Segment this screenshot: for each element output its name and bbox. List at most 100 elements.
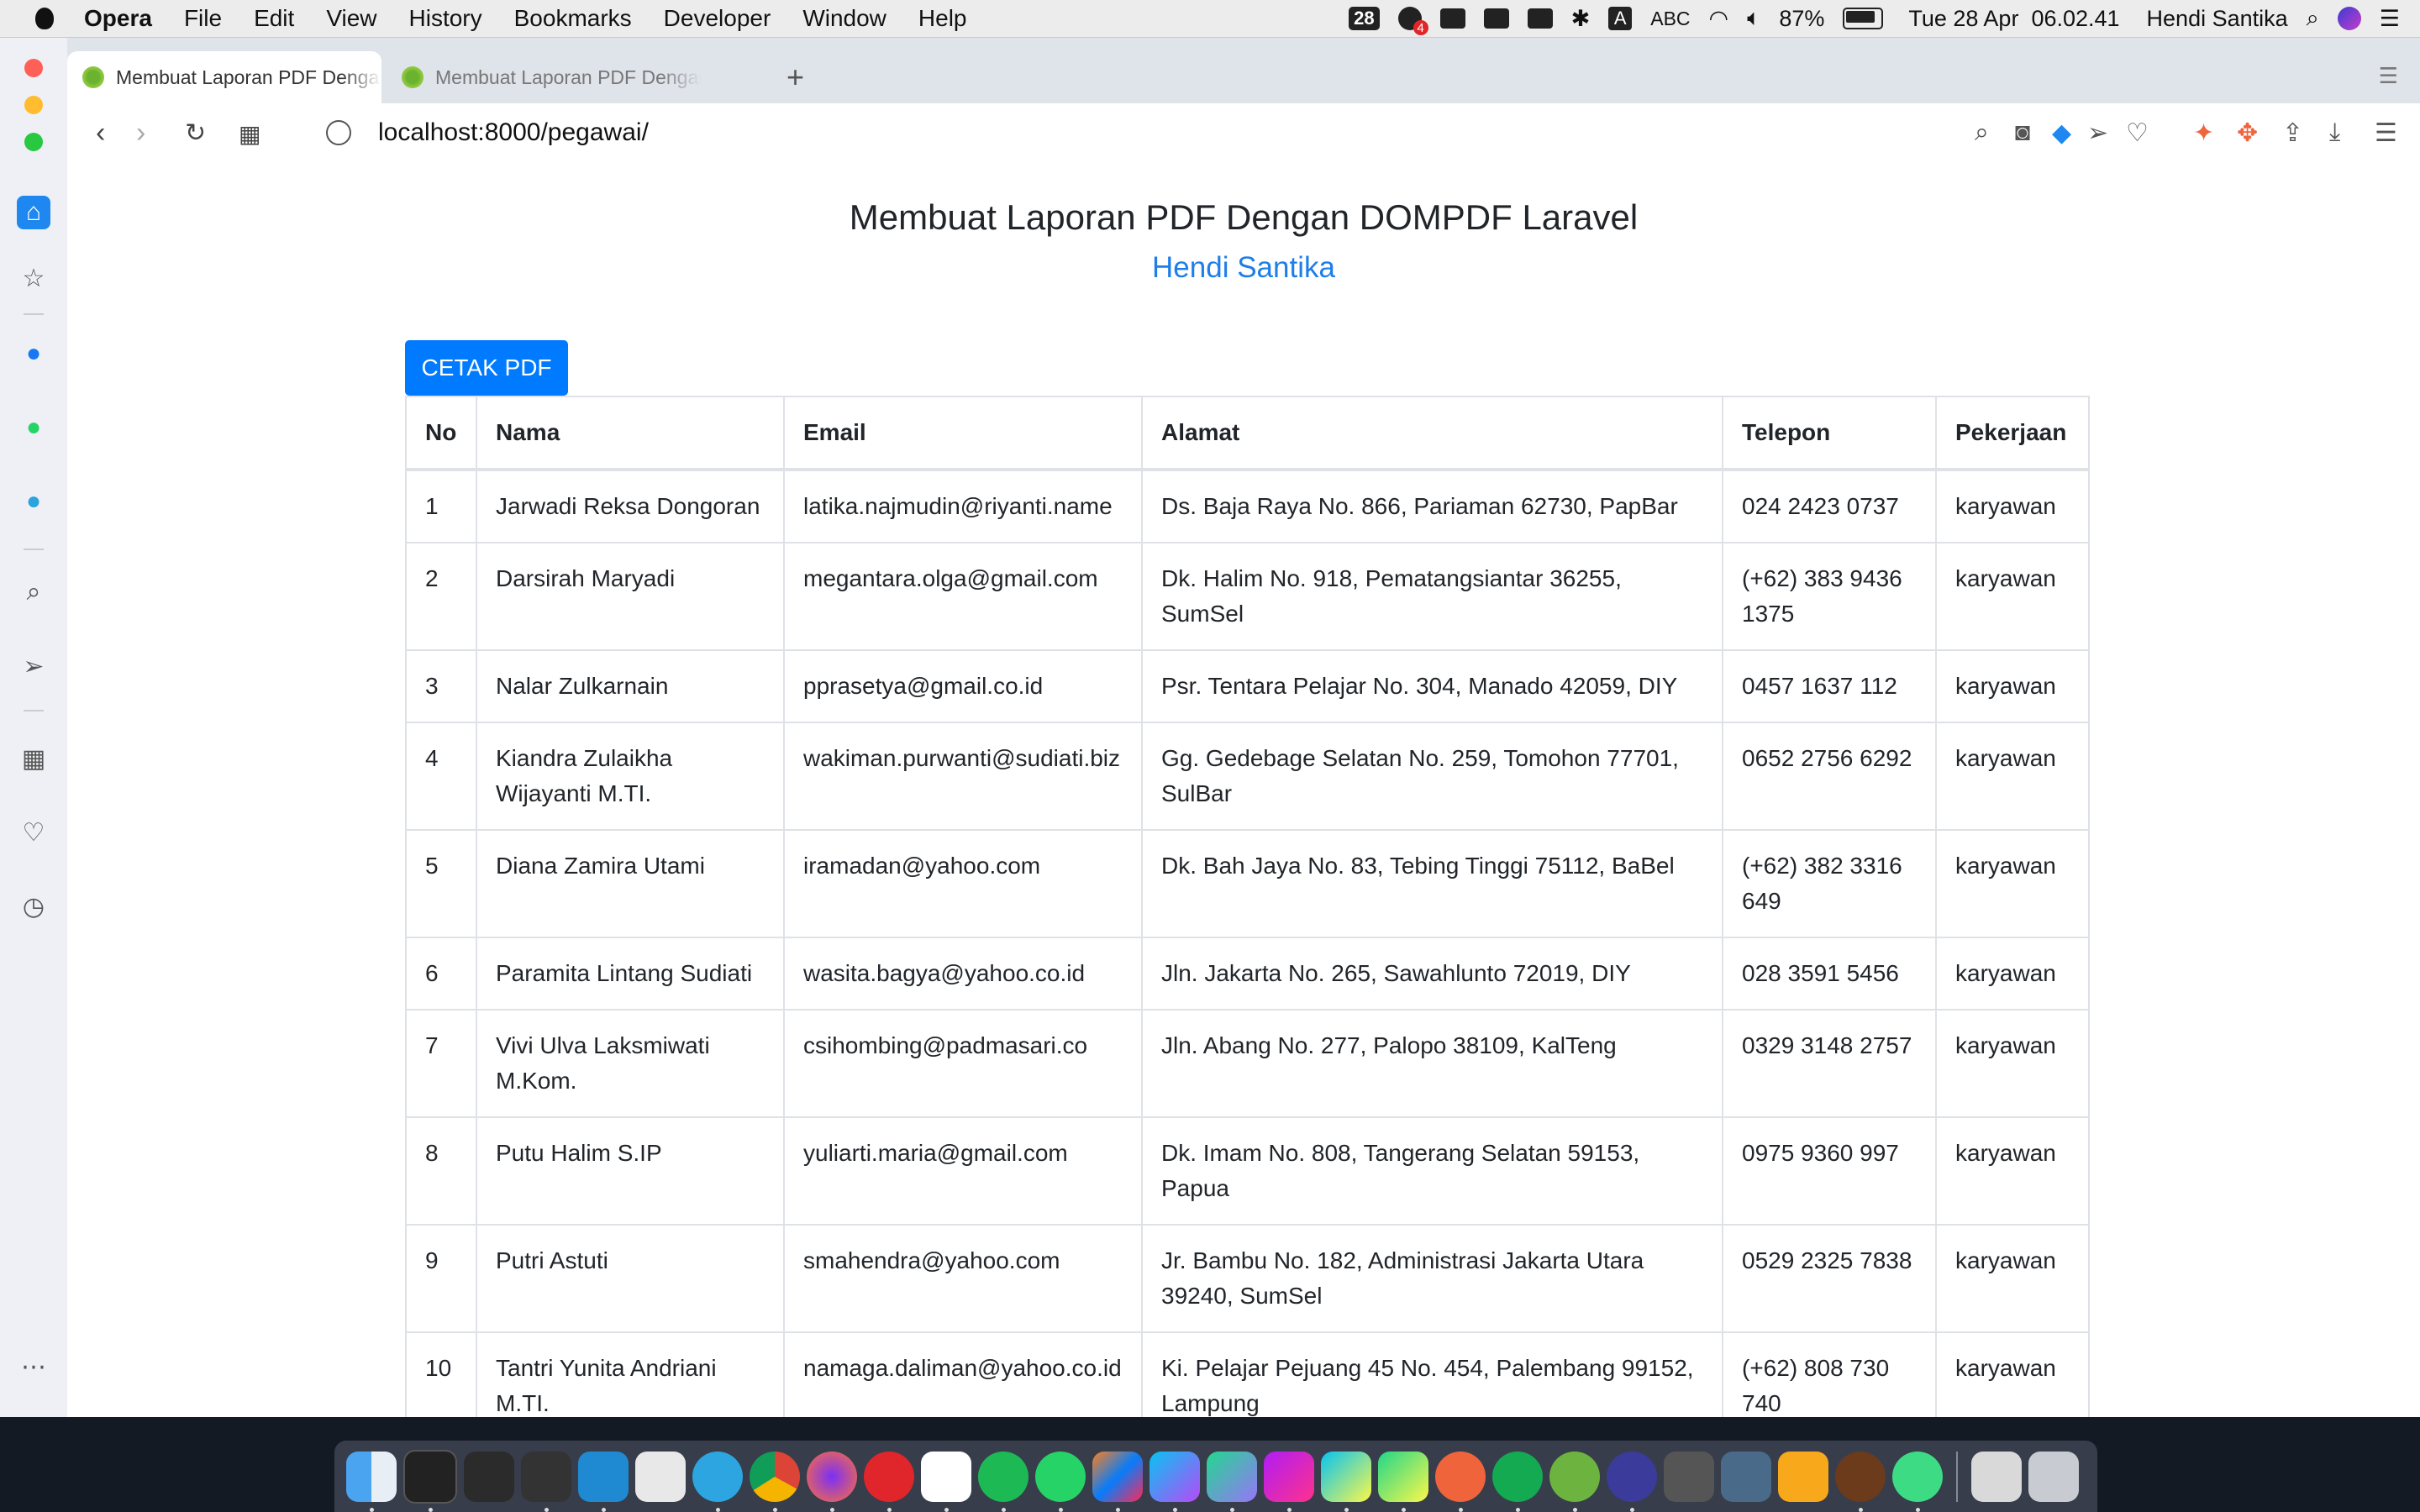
spotify-icon[interactable] [978,1451,1028,1512]
app-tray-icon[interactable] [1527,8,1553,29]
volume-icon[interactable]: 🔈︎ [1747,5,1760,32]
iterm-icon[interactable] [464,1451,514,1502]
image-capture-icon[interactable] [1721,1451,1771,1502]
screenshot-app-icon[interactable] [1664,1451,1714,1502]
send-icon[interactable]: ➢ [17,649,50,683]
vpn-shield-icon[interactable]: ◆ [2052,118,2071,148]
webstorm-icon[interactable] [1321,1451,1371,1512]
minimize-window-button[interactable] [24,96,43,114]
download-icon[interactable]: ⤓ [2329,118,2340,147]
cyberduck-icon[interactable] [1778,1451,1828,1502]
mongodb-icon[interactable] [1492,1451,1543,1512]
spring-icon[interactable] [1549,1451,1600,1512]
menu-app-name[interactable]: Opera [84,5,152,32]
telegram-icon[interactable]: ● [17,485,50,518]
bookmarks-star-icon[interactable]: ☆ [17,261,50,295]
table-row: 7 Vivi Ulva Laksmiwati M.Kom. csihombing@p… [405,1009,2090,1118]
heart-icon[interactable]: ♡ [17,816,50,849]
reload-icon[interactable]: ↻ [185,118,206,148]
android-studio-icon[interactable] [1892,1451,1943,1512]
chrome-icon[interactable] [750,1451,800,1512]
notification-icon[interactable]: 4 [1397,7,1428,35]
menu-window[interactable]: Window [802,5,886,32]
calendar-badge[interactable]: 28 [1349,7,1380,30]
input-source-icon[interactable]: A [1608,7,1633,30]
cell-no: 5 [405,829,477,938]
slack-icon[interactable] [921,1451,971,1512]
tab-menu-icon[interactable]: ☰ [2379,63,2398,89]
menu-edit[interactable]: Edit [254,5,294,32]
new-tab-button[interactable]: + [786,60,804,95]
extension-swift-icon[interactable]: ✦ [2193,118,2214,148]
speed-dial-grid-icon[interactable]: ▦ [17,742,50,775]
share-icon[interactable]: ⇪ [2282,118,2303,148]
downloads-folder-icon[interactable] [1971,1451,2022,1502]
easy-setup-icon[interactable]: ☰ [2375,118,2397,148]
terminal-icon[interactable] [403,1449,457,1512]
opera-icon[interactable] [864,1451,914,1512]
whatsapp-dock-icon[interactable] [1035,1451,1086,1512]
dock-divider [1956,1451,1958,1502]
docker-icon[interactable] [1439,8,1465,29]
pycharm-icon[interactable] [1378,1451,1428,1512]
site-info-globe-icon[interactable] [326,120,351,145]
tab-grid-icon[interactable]: ▦ [239,120,260,148]
zoom-window-button[interactable] [24,133,43,151]
squirrel-app-icon[interactable] [1835,1451,1886,1512]
finder-icon[interactable] [346,1451,397,1512]
messenger-icon[interactable]: ● [17,337,50,370]
search-icon[interactable]: ⌕ [17,575,50,609]
more-options-icon[interactable]: ⋯ [17,1350,50,1383]
table-row: 8 Putu Halim S.IP yuliarti.maria@gmail.com… [405,1116,2090,1226]
notification-center-icon[interactable]: ☰ [2380,6,2400,32]
tab-active[interactable]: Membuat Laporan PDF Dengan DOMPDF Larave… [67,51,381,103]
datagrip-icon[interactable] [1207,1451,1257,1512]
bluetooth-icon[interactable]: ✱ [1571,6,1591,32]
cell-email: smahendra@yahoo.com [783,1224,1143,1333]
menu-history[interactable]: History [409,5,482,32]
close-window-button[interactable] [24,59,43,77]
forward-icon[interactable]: › [136,117,145,150]
vscode-icon[interactable] [578,1451,629,1512]
snapshot-camera-icon[interactable]: ◙ [2015,118,2030,147]
whatsapp-icon[interactable]: ● [17,411,50,444]
wifi-icon[interactable]: ◠ [1709,6,1729,32]
address-bar[interactable]: localhost:8000/pegawai/ [378,118,649,147]
tab-inactive[interactable]: Membuat Laporan PDF Dengan DOMPDF Larave… [387,51,701,103]
menu-view[interactable]: View [326,5,376,32]
trash-icon[interactable] [2028,1451,2079,1502]
bookmark-heart-icon[interactable]: ♡ [2126,118,2149,148]
menu-file[interactable]: File [184,5,222,32]
cell-email: latika.najmudin@riyanti.name [783,469,1143,543]
eclipse-icon[interactable] [1607,1451,1657,1512]
battery-icon[interactable] [1843,8,1884,29]
back-icon[interactable]: ‹ [96,117,105,150]
cell-telepon: 0652 2756 6292 [1722,722,1937,831]
apple-logo-icon[interactable] [35,8,54,29]
history-clock-icon[interactable]: ◷ [17,890,50,923]
extension-network-icon[interactable]: ✥ [2237,118,2258,148]
print-pdf-button[interactable]: CETAK PDF [405,340,568,396]
goland-icon[interactable] [1150,1451,1200,1512]
menu-help[interactable]: Help [918,5,967,32]
telegram-dock-icon[interactable] [692,1451,743,1512]
menu-developer[interactable]: Developer [664,5,771,32]
phpstorm-icon[interactable] [1264,1451,1314,1512]
cell-nama: Nalar Zulkarnain [476,649,785,723]
home-icon[interactable]: ⌂ [17,196,50,229]
spotlight-search-icon[interactable]: ⌕ [2307,5,2319,32]
bar-tray-icon[interactable] [1483,8,1509,29]
sublime-text-icon[interactable] [521,1451,571,1512]
siri-icon[interactable] [2337,7,2361,30]
datetime[interactable]: Tue 28 Apr 06.02.41 [1908,6,2119,32]
zoom-search-icon[interactable]: ⌕ [1975,118,1989,147]
menu-bar: Opera File Edit View History Bookmarks D… [0,0,2420,38]
postman-icon[interactable] [1435,1451,1486,1512]
send-to-flow-icon[interactable]: ➢ [2087,118,2108,148]
user-name[interactable]: Hendi Santika [2147,6,2288,32]
firefox-icon[interactable] [807,1451,857,1512]
sourcetree-icon[interactable] [635,1451,686,1502]
intellij-icon[interactable] [1092,1451,1143,1512]
menu-bookmarks[interactable]: Bookmarks [514,5,632,32]
cell-no: 10 [405,1331,477,1417]
